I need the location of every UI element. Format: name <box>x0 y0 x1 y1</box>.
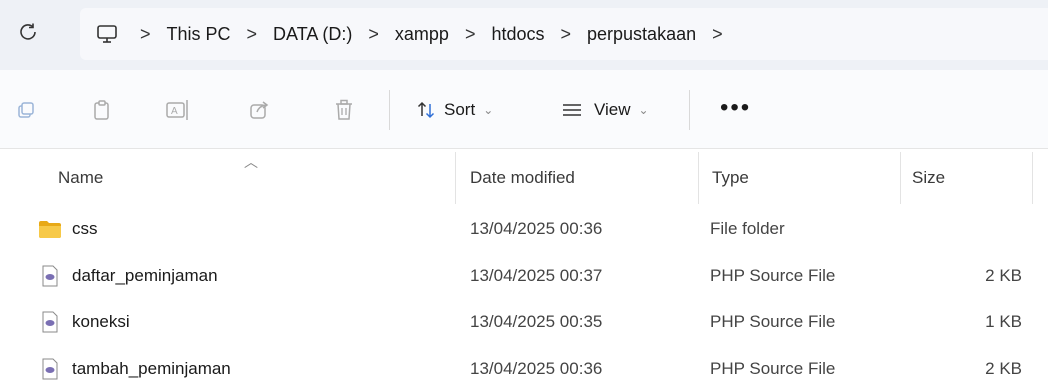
address-bar-row: > This PC > DATA (D:) > xampp > htdocs >… <box>0 0 1048 70</box>
sort-label: Sort <box>444 100 475 120</box>
file-name: tambah_peminjaman <box>72 359 231 379</box>
column-headers: ︿ Name Date modified Type Size <box>0 152 1048 204</box>
column-divider[interactable] <box>900 152 901 204</box>
breadcrumb-htdocs[interactable]: htdocs <box>491 24 544 45</box>
breadcrumb-separator[interactable]: > <box>140 24 151 45</box>
address-bar[interactable]: > This PC > DATA (D:) > xampp > htdocs >… <box>80 8 1048 60</box>
file-name: koneksi <box>72 312 130 332</box>
breadcrumb-data-drive[interactable]: DATA (D:) <box>273 24 352 45</box>
sort-button[interactable]: Sort ⌄ <box>416 94 493 126</box>
breadcrumb-separator[interactable]: > <box>561 24 572 45</box>
file-type: PHP Source File <box>710 346 835 392</box>
breadcrumb-perpustakaan[interactable]: perpustakaan <box>587 24 696 45</box>
delete-icon[interactable] <box>330 96 358 124</box>
breadcrumb-separator[interactable]: > <box>465 24 476 45</box>
breadcrumb-separator[interactable]: > <box>247 24 258 45</box>
refresh-icon[interactable] <box>14 18 42 46</box>
svg-text:A: A <box>171 106 178 117</box>
toolbar-divider <box>389 90 390 130</box>
file-row[interactable]: tambah_peminjaman 13/04/2025 00:36 PHP S… <box>0 346 1048 392</box>
breadcrumb-separator[interactable]: > <box>368 24 379 45</box>
file-row[interactable]: daftar_peminjaman 13/04/2025 00:37 PHP S… <box>0 253 1048 300</box>
chevron-down-icon: ⌄ <box>483 103 493 117</box>
chevron-down-icon: ⌄ <box>639 103 649 117</box>
file-date: 13/04/2025 00:36 <box>470 346 602 392</box>
file-type: File folder <box>710 206 785 253</box>
toolbar-divider <box>689 90 690 130</box>
new-item-icon[interactable] <box>12 96 40 124</box>
view-label: View <box>594 100 631 120</box>
file-type: PHP Source File <box>710 299 835 346</box>
file-row[interactable]: css 13/04/2025 00:36 File folder <box>0 206 1048 253</box>
column-divider[interactable] <box>455 152 456 204</box>
computer-icon[interactable] <box>96 23 118 45</box>
column-divider[interactable] <box>698 152 699 204</box>
file-name: css <box>72 219 98 239</box>
file-date: 13/04/2025 00:35 <box>470 299 602 346</box>
column-divider[interactable] <box>1032 152 1033 204</box>
file-date: 13/04/2025 00:36 <box>470 206 602 253</box>
sort-icon <box>416 100 436 120</box>
file-size: 2 KB <box>985 253 1022 300</box>
rename-icon[interactable]: A <box>164 96 192 124</box>
more-options-button[interactable]: ••• <box>720 94 751 122</box>
share-icon[interactable] <box>245 96 273 124</box>
breadcrumb-this-pc[interactable]: This PC <box>167 24 231 45</box>
breadcrumb-xampp[interactable]: xampp <box>395 24 449 45</box>
file-list: css 13/04/2025 00:36 File folder daftar_… <box>0 206 1048 392</box>
php-file-icon <box>38 310 62 334</box>
copy-icon[interactable] <box>88 96 116 124</box>
file-date: 13/04/2025 00:37 <box>470 253 602 300</box>
file-name: daftar_peminjaman <box>72 266 218 286</box>
php-file-icon <box>38 357 62 381</box>
view-button[interactable]: View ⌄ <box>562 94 649 126</box>
sort-ascending-icon: ︿ <box>244 152 258 172</box>
file-row[interactable]: koneksi 13/04/2025 00:35 PHP Source File… <box>0 299 1048 346</box>
file-type: PHP Source File <box>710 253 835 300</box>
command-bar: A Sort ⌄ <box>0 70 1048 149</box>
file-size: 2 KB <box>985 346 1022 392</box>
column-header-size[interactable]: Size <box>912 152 945 204</box>
folder-icon <box>38 217 62 241</box>
breadcrumb-separator[interactable]: > <box>712 24 723 45</box>
column-header-date-modified[interactable]: Date modified <box>470 152 575 204</box>
view-icon <box>562 102 582 118</box>
file-size: 1 KB <box>985 299 1022 346</box>
php-file-icon <box>38 264 62 288</box>
column-header-name[interactable]: Name <box>58 152 103 204</box>
column-header-type[interactable]: Type <box>712 152 749 204</box>
